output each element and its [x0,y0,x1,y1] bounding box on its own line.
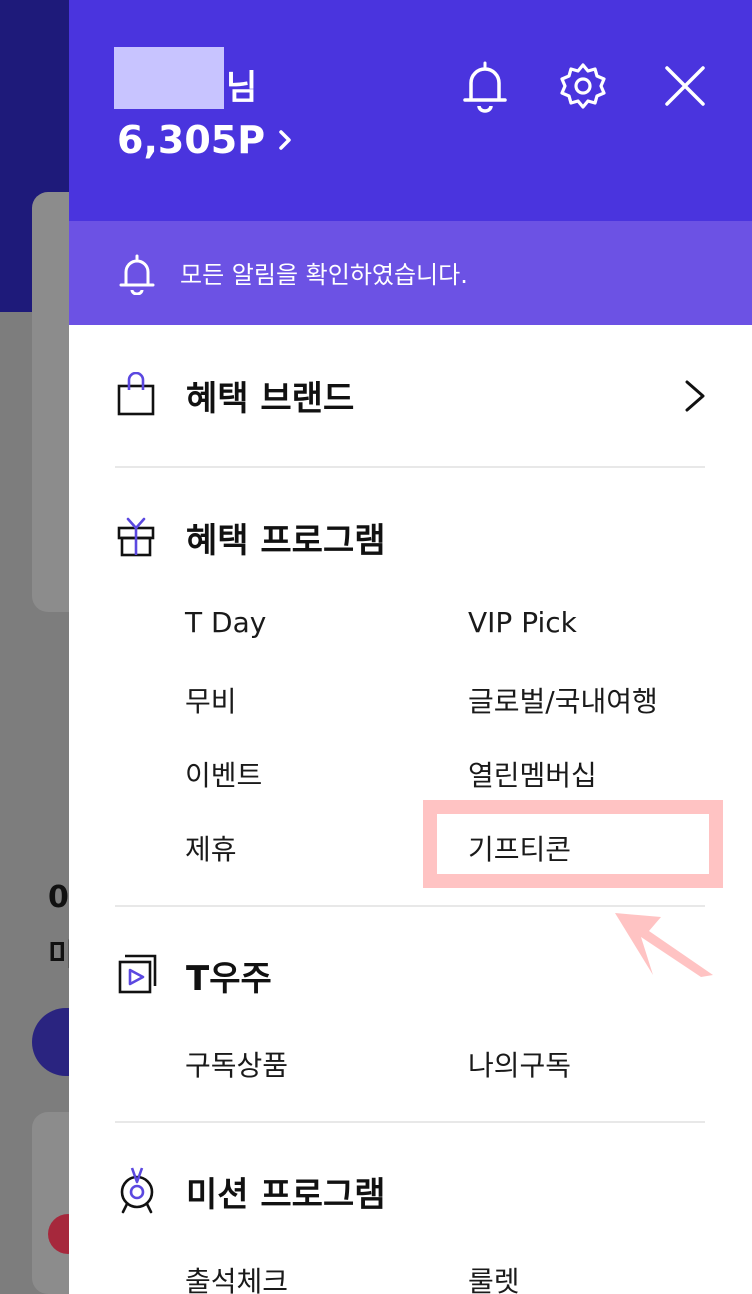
section-title-benefit-program: 혜택 프로그램 [186,521,386,561]
drawer-header: 님 6,305P [69,0,752,221]
chevron-right-icon [279,130,291,150]
gift-icon [117,517,155,557]
menu-item-attendance[interactable]: 출석체크 [185,1260,288,1294]
menu-item-event[interactable]: 이벤트 [185,754,262,794]
points-link[interactable]: 6,305P [117,118,297,162]
menu-item-vip-pick[interactable]: VIP Pick [468,606,577,639]
gear-icon[interactable] [557,58,609,114]
highlight-annotation-box [423,800,723,888]
menu-item-movie[interactable]: 무비 [185,680,237,720]
side-drawer: 님 6,305P 모든 알림을 확인하였습니다. 혜택 브랜드 혜택 프로그램 … [69,0,752,1294]
arrow-annotation-icon [615,913,713,977]
notification-status-bar: 모든 알림을 확인하였습니다. [69,221,752,325]
section-title-benefit-brand[interactable]: 혜택 브랜드 [186,371,354,420]
chevron-right-icon[interactable] [679,376,709,416]
close-icon[interactable] [659,58,711,114]
divider [115,466,705,468]
menu-item-roulette[interactable]: 룰렛 [468,1260,520,1294]
menu-item-partnership[interactable]: 제휴 [185,828,237,868]
divider [115,1121,705,1123]
play-screen-icon [118,954,157,994]
bell-icon[interactable] [459,58,511,114]
menu-item-open-membership[interactable]: 열린멤버십 [468,754,597,794]
background-text-fragment: 0 [48,880,69,915]
section-title-t-universe: T우주 [186,959,272,999]
user-name-redacted [114,47,224,109]
medal-target-icon [120,1167,154,1214]
menu-item-travel[interactable]: 글로벌/국내여행 [468,680,658,720]
section-title-mission-program: 미션 프로그램 [186,1175,386,1215]
menu-item-subscription-products[interactable]: 구독상품 [185,1044,288,1084]
menu-item-tday[interactable]: T Day [185,606,266,639]
notification-status-text: 모든 알림을 확인하였습니다. [180,261,468,289]
shopping-bag-icon [117,372,155,416]
points-value: 6,305P [117,118,266,162]
bell-icon [119,254,155,295]
menu-item-my-subscription[interactable]: 나의구독 [468,1044,571,1084]
user-name-suffix: 님 [226,68,258,108]
